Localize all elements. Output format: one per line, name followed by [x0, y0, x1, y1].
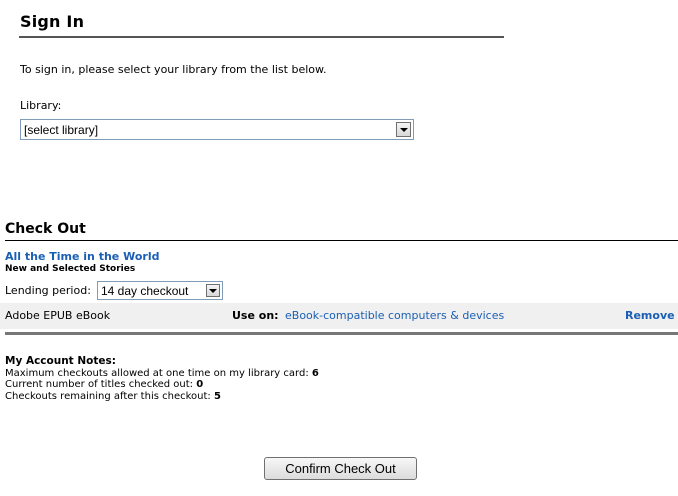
max-checkouts-value: 6 [311, 367, 319, 379]
current-checkouts-label: Current number of titles checked out: [5, 379, 194, 390]
chevron-down-icon [209, 289, 217, 293]
sign-in-instructions: To sign in, please select your library f… [20, 63, 327, 76]
library-label: Library: [20, 99, 62, 112]
lending-period-value: 14 day checkout [101, 284, 189, 298]
lending-period-label: Lending period: [5, 284, 91, 297]
max-checkouts-line: Maximum checkouts allowed at one time on… [5, 368, 319, 380]
format-name: Adobe EPUB eBook [5, 309, 111, 322]
max-checkouts-label: Maximum checkouts allowed at one time on… [5, 367, 309, 379]
use-on-label: Use on: [232, 309, 279, 322]
remaining-checkouts-line: Checkouts remaining after this checkout:… [5, 391, 319, 403]
library-dropdown-button[interactable] [396, 122, 411, 137]
account-notes-title: My Account Notes: [5, 355, 116, 367]
account-notes: My Account Notes: Maximum checkouts allo… [5, 355, 319, 403]
remove-link[interactable]: Remove [625, 309, 675, 322]
check-out-divider [5, 240, 678, 241]
chevron-down-icon [400, 128, 408, 132]
lending-period-select[interactable]: 14 day checkout [97, 281, 223, 300]
sign-in-heading: Sign In [20, 12, 85, 31]
lending-dropdown-button[interactable] [206, 284, 220, 297]
compatible-devices-link[interactable]: eBook-compatible computers & devices [285, 309, 504, 322]
remaining-checkouts-label: Checkouts remaining after this checkout: [5, 390, 211, 402]
book-title-link[interactable]: All the Time in the World [5, 250, 159, 263]
current-checkouts-line: Current number of titles checked out: 0 [5, 379, 319, 391]
library-select-value: [select library] [24, 123, 99, 137]
current-checkouts-value: 0 [196, 379, 204, 390]
check-out-heading: Check Out [5, 221, 86, 237]
remaining-checkouts-value: 5 [213, 390, 221, 402]
book-subtitle: New and Selected Stories [5, 264, 136, 274]
confirm-check-out-button[interactable]: Confirm Check Out [264, 457, 417, 480]
library-select[interactable]: [select library] [20, 119, 414, 140]
sign-in-divider [19, 36, 504, 38]
format-divider [5, 332, 678, 335]
